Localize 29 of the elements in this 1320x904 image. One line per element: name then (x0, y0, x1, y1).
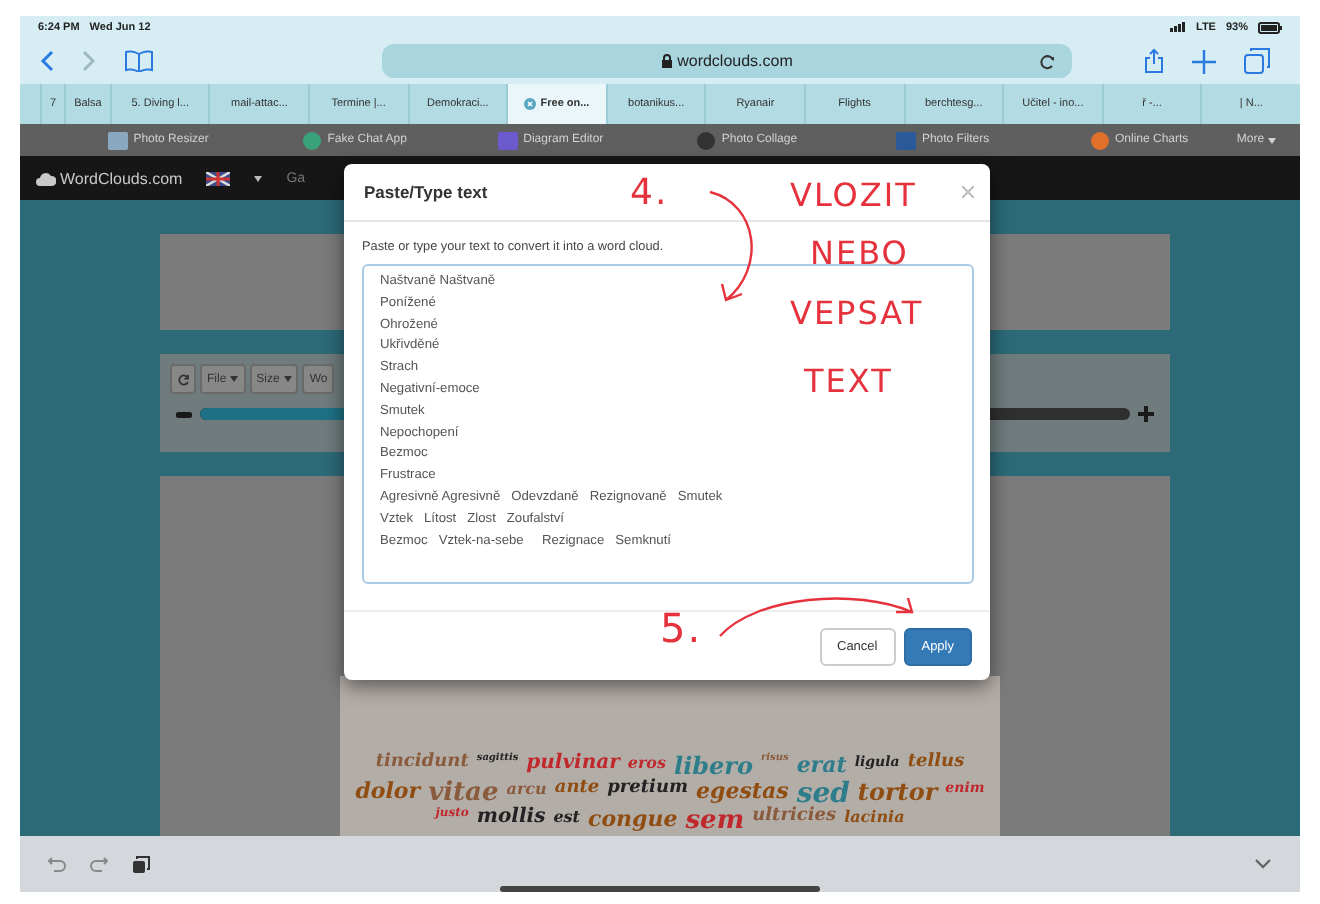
cloud-word: sed (796, 779, 850, 809)
cloud-word: tortor (857, 779, 938, 809)
cloud-word: congue (588, 808, 678, 836)
handwritten-note: VEPSAT (790, 298, 924, 330)
handwritten-note: TEXT (804, 366, 893, 398)
site-logo[interactable]: WordClouds.com (36, 169, 183, 187)
cloud-word: tellus (907, 754, 965, 777)
cloud-word: pretium (607, 779, 689, 802)
cloud-word: mollis (476, 808, 546, 833)
cloud-word: ultricies (752, 808, 837, 831)
cloud-word: arcu (506, 779, 547, 802)
handwritten-note: NEBO (810, 238, 909, 270)
cloud-word: libero (674, 754, 753, 780)
handwritten-note: VLOZIT (790, 180, 917, 212)
cloud-word: pulvinar (526, 754, 620, 778)
cloud-word: erat (796, 754, 847, 780)
cloud-word: tincidunt (375, 754, 469, 777)
dialog-title: Paste/Type text (364, 182, 488, 202)
handwritten-note: 5. (660, 608, 703, 648)
handwritten-note: 4. (630, 176, 669, 212)
address-bar[interactable]: wordclouds.com (382, 44, 1072, 78)
cloud-word: vitae (428, 779, 499, 808)
cloud-word: egestas (696, 779, 789, 806)
cloud-word: est (553, 808, 580, 831)
cloud-word: eros (627, 754, 667, 777)
cloud-word: ante (554, 779, 600, 802)
cloud-word: dolor (355, 779, 421, 808)
cloud-word: lacinia (844, 808, 905, 831)
cloud-word: sem (685, 808, 745, 836)
